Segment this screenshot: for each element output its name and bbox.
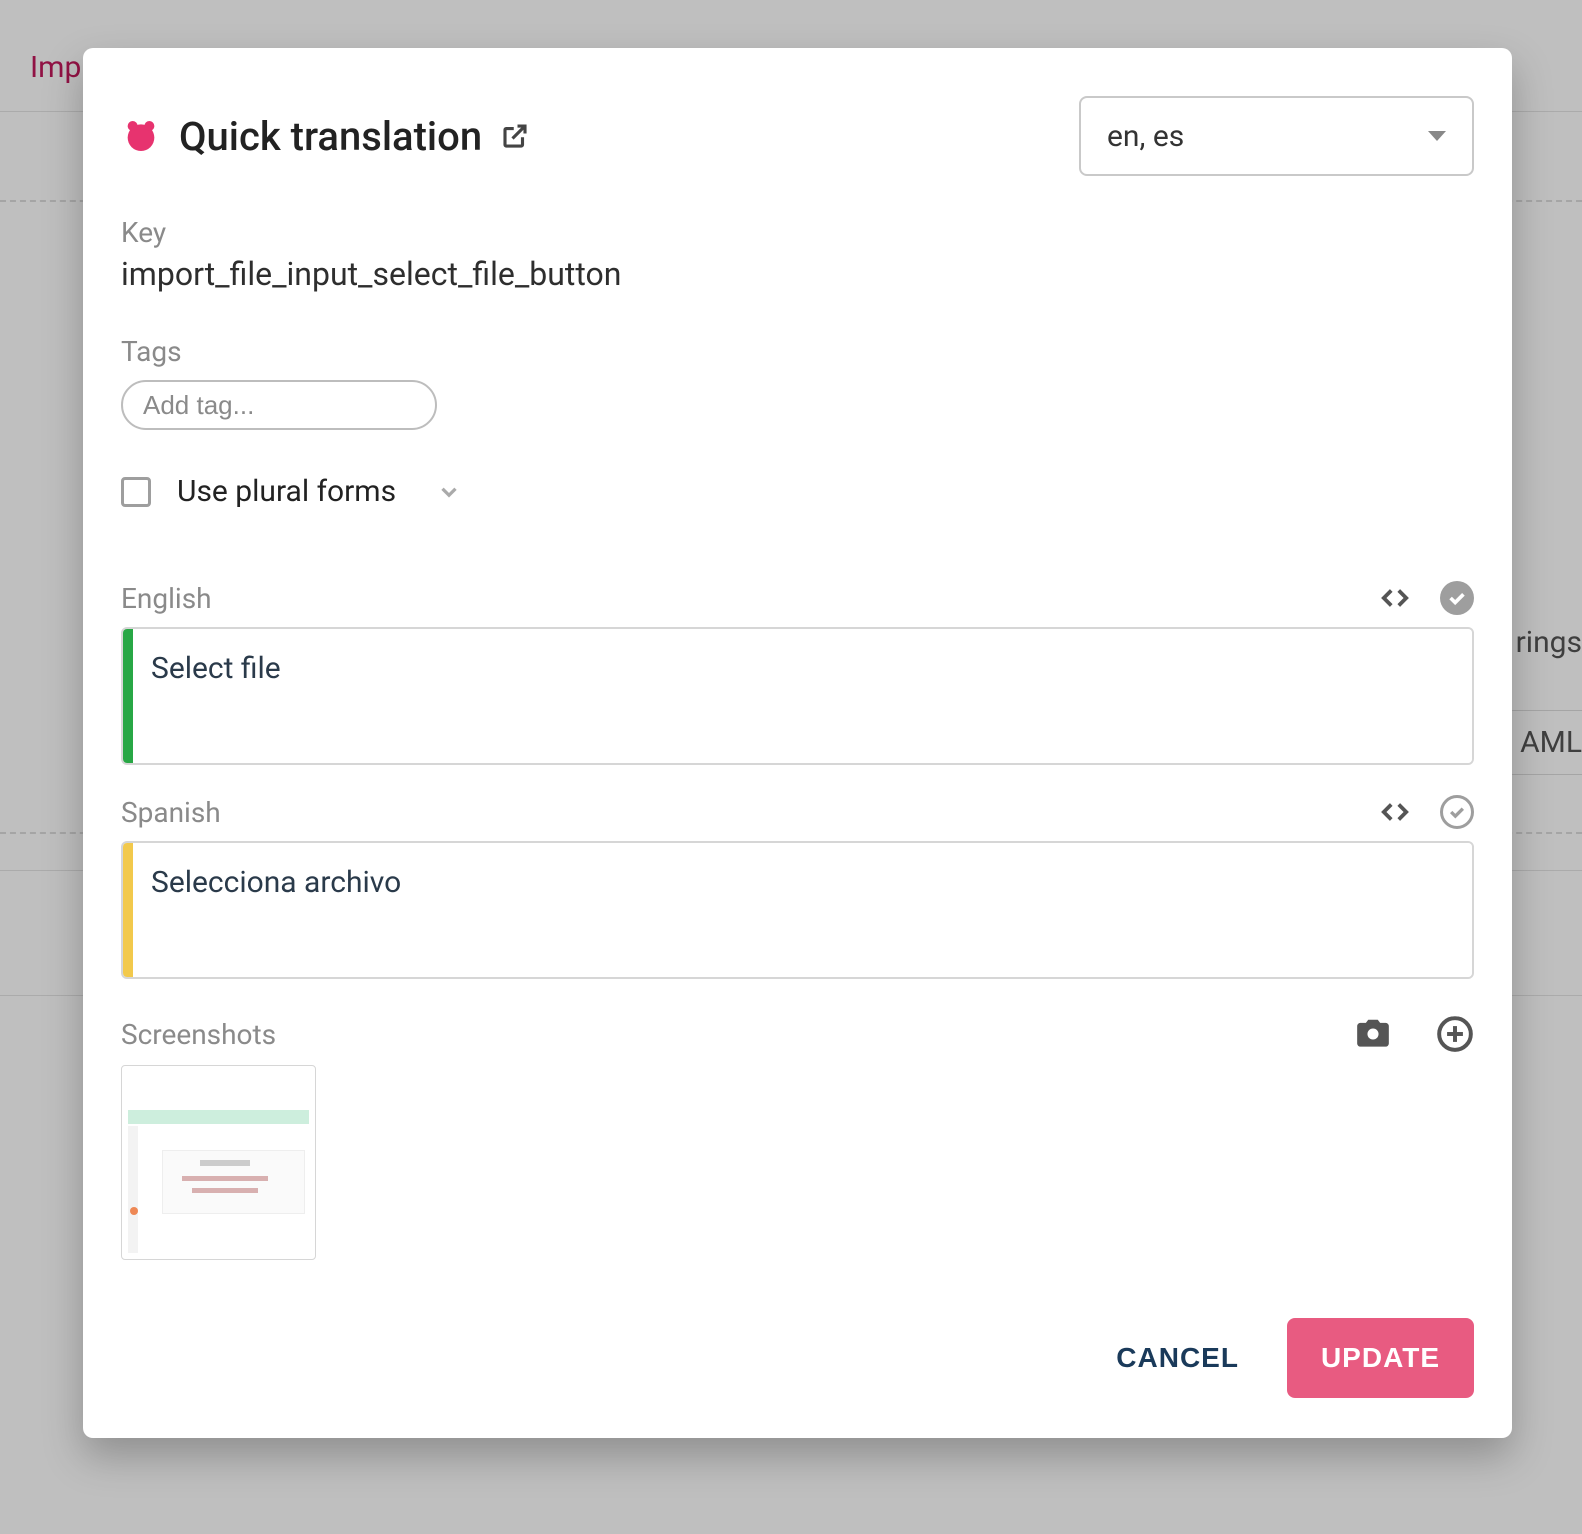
caret-down-icon — [1428, 131, 1446, 141]
app-logo-icon — [121, 116, 161, 156]
language-name-spanish: Spanish — [121, 796, 221, 829]
status-bar-green — [123, 629, 133, 763]
plural-checkbox[interactable] — [121, 477, 151, 507]
code-icon[interactable] — [1380, 583, 1410, 613]
camera-icon[interactable] — [1354, 1015, 1392, 1053]
translation-input-spanish[interactable] — [133, 843, 1472, 977]
plural-label: Use plural forms — [177, 474, 396, 509]
open-external-icon[interactable] — [500, 121, 530, 151]
language-selector[interactable]: en, es — [1079, 96, 1474, 176]
status-bar-yellow — [123, 843, 133, 977]
cancel-button[interactable]: CANCEL — [1106, 1322, 1249, 1394]
update-button[interactable]: UPDATE — [1287, 1318, 1474, 1398]
code-icon[interactable] — [1380, 797, 1410, 827]
tags-label: Tags — [121, 335, 1474, 368]
language-name-english: English — [121, 582, 212, 615]
language-selector-value: en, es — [1107, 119, 1184, 154]
status-reviewed-icon[interactable] — [1440, 581, 1474, 615]
key-label: Key — [121, 216, 1474, 249]
translation-input-english[interactable] — [133, 629, 1472, 763]
modal-title: Quick translation — [179, 113, 482, 160]
screenshots-label: Screenshots — [121, 1018, 276, 1051]
tags-input[interactable] — [121, 380, 437, 430]
chevron-down-icon[interactable] — [422, 479, 462, 505]
quick-translation-modal: Quick translation en, es Key import_file… — [83, 48, 1512, 1438]
key-value: import_file_input_select_file_button — [121, 255, 1474, 293]
add-screenshot-icon[interactable] — [1436, 1015, 1474, 1053]
screenshot-thumbnail[interactable] — [121, 1065, 316, 1260]
status-translated-icon[interactable] — [1440, 795, 1474, 829]
